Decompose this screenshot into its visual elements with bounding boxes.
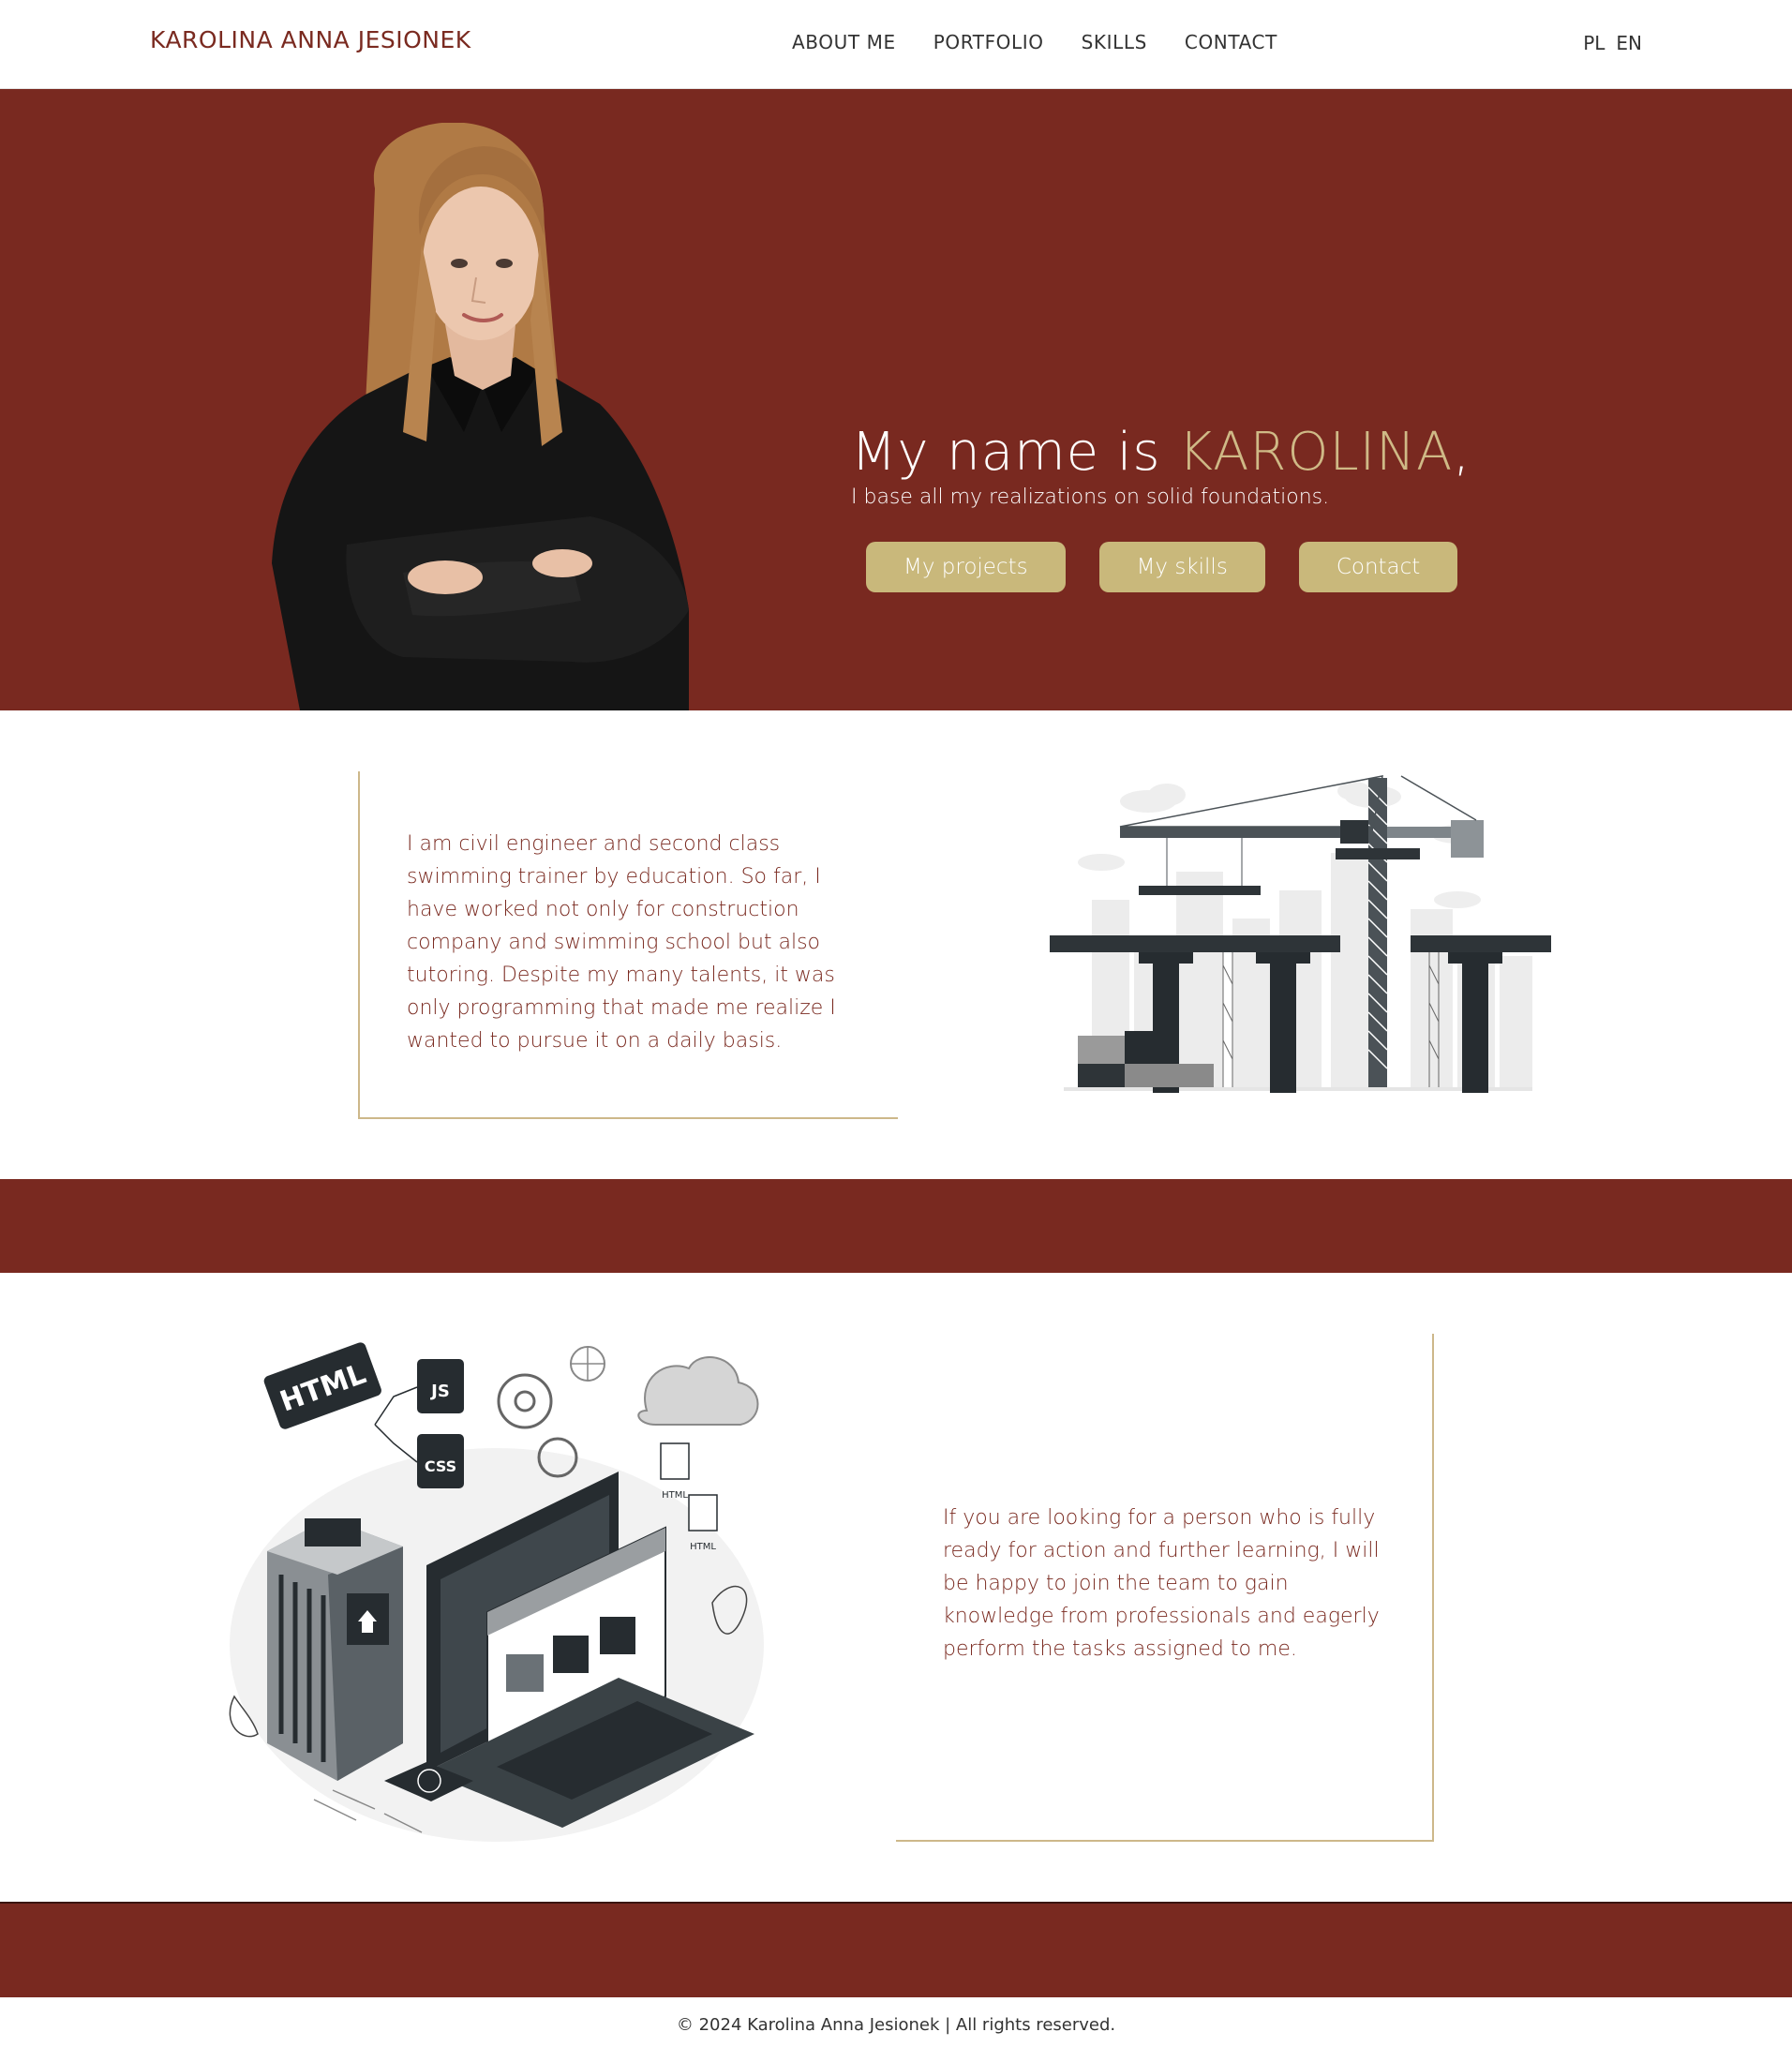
footer-band	[0, 1902, 1792, 1997]
nav-portfolio[interactable]: PORTFOLIO	[933, 31, 1044, 53]
hero-title: My name is KAROLINA,	[851, 422, 1471, 483]
join-paragraph: If you are looking for a person who is f…	[943, 1506, 1380, 1661]
lang-pl[interactable]: PL	[1583, 32, 1605, 54]
about-paragraph: I am civil engineer and second class swi…	[407, 832, 836, 1053]
main-nav: ABOUT ME PORTFOLIO SKILLS CONTACT	[792, 31, 1277, 53]
nav-about-me[interactable]: ABOUT ME	[792, 31, 896, 53]
hero-title-suffix: ,	[1453, 422, 1471, 483]
my-projects-button[interactable]: My projects	[866, 542, 1066, 592]
brand-logo[interactable]: KAROLINA ANNA JESIONEK	[150, 26, 471, 53]
hero-section: My name is KAROLINA, I base all my reali…	[0, 89, 1792, 710]
html-doc-label-1: HTML	[662, 1490, 688, 1501]
footer-copyright: © 2024 Karolina Anna Jesionek | All righ…	[676, 2015, 1116, 2035]
contact-button[interactable]: Contact	[1298, 542, 1458, 592]
css-label: CSS	[425, 1457, 456, 1475]
my-skills-button[interactable]: My skills	[1098, 542, 1265, 592]
nav-contact[interactable]: CONTACT	[1185, 31, 1277, 53]
web-development-illustration: HTML JS CSS HTML HTML	[229, 1342, 764, 1842]
lang-en[interactable]: EN	[1616, 32, 1642, 54]
navbar: KAROLINA ANNA JESIONEK ABOUT ME PORTFOLI…	[0, 0, 1792, 89]
divider-band	[0, 1179, 1792, 1273]
hero-subtitle: I base all my realizations on solid foun…	[851, 486, 1330, 509]
hero-buttons: My projects My skills Contact	[866, 542, 1458, 592]
hero-title-name: KAROLINA	[1178, 422, 1454, 483]
construction-crane-illustration	[1050, 775, 1551, 1093]
hero-title-prefix: My name is	[851, 422, 1179, 483]
language-switcher: PL EN	[1583, 32, 1642, 54]
html-doc-label-2: HTML	[690, 1542, 716, 1552]
portrait-photo	[272, 123, 689, 710]
nav-skills[interactable]: SKILLS	[1082, 31, 1147, 53]
js-label: JS	[429, 1382, 450, 1401]
